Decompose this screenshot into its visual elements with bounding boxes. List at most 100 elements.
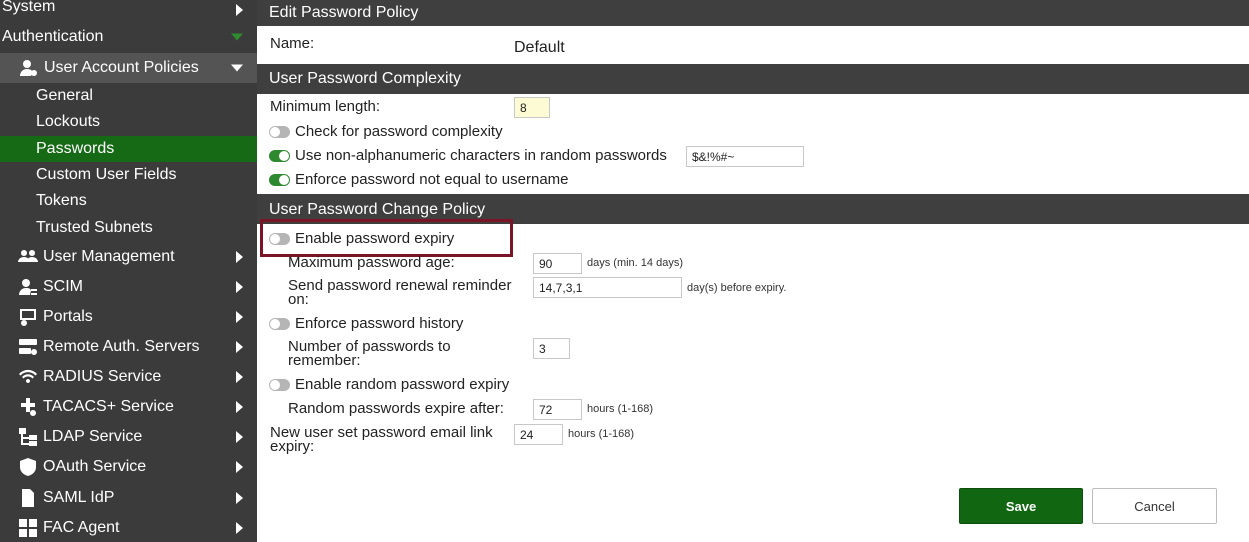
chevron-right-icon <box>236 522 243 534</box>
sidebar-item-label: Remote Auth. Servers <box>43 338 200 355</box>
sidebar-item-radius-service[interactable]: RADIUS Service <box>0 362 257 392</box>
tacacs-icon <box>17 397 39 417</box>
sidebar-item-label: Trusted Subnets <box>36 219 153 236</box>
sidebar-item-label: Custom User Fields <box>36 166 177 183</box>
user-sync-icon <box>17 277 39 297</box>
num-remember-label: Number of passwords to remember: <box>288 338 451 369</box>
non-alnum-toggle[interactable] <box>269 150 290 162</box>
sidebar-item-label: TACACS+ Service <box>43 398 174 415</box>
chevron-right-icon <box>236 492 243 504</box>
main-content: Edit Password Policy Name: Default User … <box>257 0 1249 542</box>
chevron-right-icon <box>236 371 243 383</box>
document-icon <box>17 488 39 508</box>
check-complexity-toggle[interactable] <box>269 126 290 138</box>
sidebar-item-label: User Account Policies <box>44 59 199 76</box>
email-link-input[interactable] <box>514 424 563 445</box>
check-complexity-label: Check for password complexity <box>295 123 503 140</box>
users-icon <box>17 247 39 267</box>
chevron-right-icon <box>236 281 243 293</box>
sidebar-item-remote-auth-servers[interactable]: Remote Auth. Servers <box>0 332 257 362</box>
chevron-right-icon <box>236 251 243 263</box>
chevron-right-icon <box>236 431 243 443</box>
renewal-reminder-input[interactable] <box>533 277 682 298</box>
chevron-right-icon <box>236 401 243 413</box>
sidebar-item-user-management[interactable]: User Management <box>0 242 257 272</box>
section-header-text: User Password Change Policy <box>269 201 486 218</box>
history-label: Enforce password history <box>295 315 464 332</box>
renewal-reminder-hint: day(s) before expiry. <box>687 282 787 294</box>
sidebar-item-label: Portals <box>43 308 93 325</box>
chevron-right-icon <box>236 341 243 353</box>
max-age-label: Maximum password age: <box>288 254 455 271</box>
random-expire-after-input[interactable] <box>533 399 582 420</box>
name-value: Default <box>514 39 565 56</box>
non-alnum-chars-input[interactable] <box>686 146 804 167</box>
max-age-hint: days (min. 14 days) <box>587 257 683 269</box>
portal-icon <box>17 307 39 327</box>
sidebar-item-scim[interactable]: SCIM <box>0 272 257 302</box>
history-toggle[interactable] <box>269 318 290 330</box>
email-link-label: New user set password email link expiry: <box>270 424 493 455</box>
min-length-input[interactable] <box>514 97 550 118</box>
sidebar-item-user-account-policies[interactable]: User Account Policies <box>0 53 257 83</box>
sidebar-item-fac-agent[interactable]: FAC Agent <box>0 513 257 542</box>
user-settings-icon <box>18 58 40 78</box>
section-header-complexity: User Password Complexity <box>257 64 1249 94</box>
page-title: Edit Password Policy <box>257 0 1249 26</box>
renewal-reminder-label: Send password renewal reminder on: <box>288 277 512 308</box>
sidebar-item-authentication[interactable]: Authentication <box>0 23 257 51</box>
sidebar-item-label: OAuth Service <box>43 458 147 475</box>
sidebar-item-tokens[interactable]: Tokens <box>0 188 257 214</box>
chevron-right-icon <box>236 4 243 16</box>
sidebar-item-label: SAML IdP <box>43 489 115 506</box>
sidebar-item-oauth-service[interactable]: OAuth Service <box>0 452 257 482</box>
sidebar-item-label: Authentication <box>2 28 104 45</box>
sidebar-item-label: Lockouts <box>36 113 101 130</box>
not-equal-username-label: Enforce password not equal to username <box>295 171 569 188</box>
sidebar-item-trusted-subnets[interactable]: Trusted Subnets <box>0 215 257 241</box>
not-equal-username-toggle[interactable] <box>269 174 290 186</box>
random-expire-after-hint: hours (1-168) <box>587 403 654 415</box>
save-button[interactable]: Save <box>959 488 1083 524</box>
max-age-input[interactable] <box>533 253 582 274</box>
enable-expiry-label: Enable password expiry <box>295 230 455 247</box>
sidebar-item-label: FAC Agent <box>43 519 120 536</box>
random-expiry-label: Enable random password expiry <box>295 376 510 393</box>
agent-icon <box>17 518 39 538</box>
name-label: Name: <box>270 35 315 52</box>
radius-wifi-icon <box>17 367 39 387</box>
sidebar-item-label: System <box>2 0 56 15</box>
sidebar-item-label: Tokens <box>36 192 87 209</box>
sidebar-item-lockouts[interactable]: Lockouts <box>0 109 257 135</box>
enable-expiry-toggle[interactable] <box>269 233 290 245</box>
sidebar-item-portals[interactable]: Portals <box>0 302 257 332</box>
sidebar-item-label: General <box>36 87 93 104</box>
sidebar-item-label: User Management <box>43 248 175 265</box>
sidebar: System Authentication User Account Polic… <box>0 0 257 542</box>
sidebar-item-label: RADIUS Service <box>43 368 162 385</box>
cancel-button[interactable]: Cancel <box>1092 488 1217 524</box>
non-alnum-label: Use non-alphanumeric characters in rando… <box>295 147 667 164</box>
email-link-hint: hours (1-168) <box>568 428 635 440</box>
sidebar-item-custom-user-fields[interactable]: Custom User Fields <box>0 162 257 188</box>
sidebar-item-general[interactable]: General <box>0 83 257 109</box>
sidebar-item-saml-idp[interactable]: SAML IdP <box>0 483 257 513</box>
num-remember-input[interactable] <box>533 338 570 359</box>
sidebar-item-label: Passwords <box>36 140 115 157</box>
sidebar-item-tacacs-service[interactable]: TACACS+ Service <box>0 392 257 422</box>
page-title-text: Edit Password Policy <box>269 4 419 21</box>
random-expiry-toggle[interactable] <box>269 379 290 391</box>
chevron-right-icon <box>236 311 243 323</box>
min-length-label: Minimum length: <box>270 98 381 115</box>
shield-icon <box>17 457 39 477</box>
chevron-right-icon <box>236 461 243 473</box>
sidebar-item-ldap-service[interactable]: LDAP Service <box>0 422 257 452</box>
section-header-text: User Password Complexity <box>269 70 462 87</box>
server-icon <box>17 337 39 357</box>
sidebar-item-passwords[interactable]: Passwords <box>0 136 257 162</box>
chevron-down-icon <box>231 64 243 72</box>
sidebar-item-system[interactable]: System <box>0 0 257 20</box>
random-expire-after-label: Random passwords expire after: <box>288 400 504 417</box>
chevron-down-icon <box>231 33 243 41</box>
sidebar-item-label: SCIM <box>43 278 83 295</box>
